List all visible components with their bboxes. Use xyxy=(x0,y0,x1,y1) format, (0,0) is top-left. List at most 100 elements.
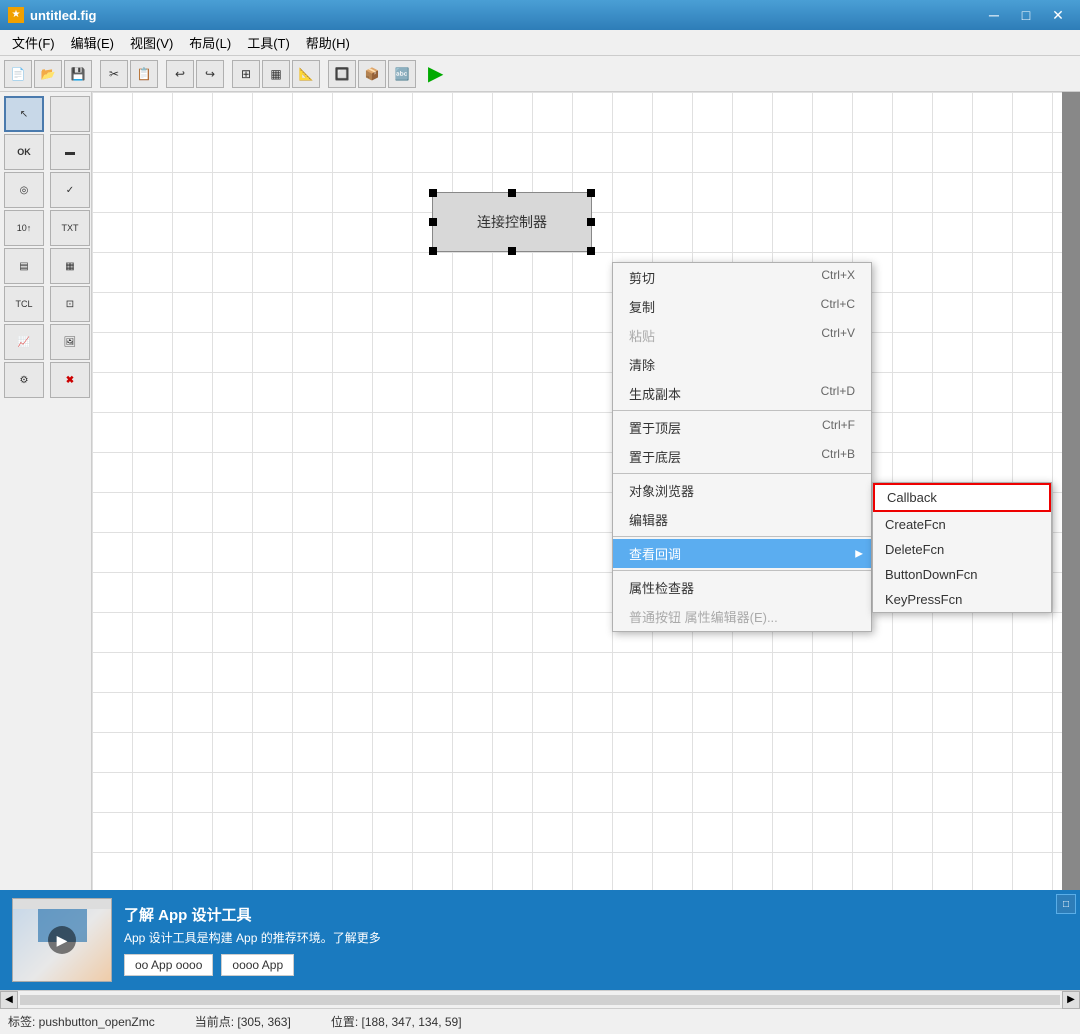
tool-panel[interactable]: ▬ xyxy=(50,134,90,170)
handle-tm[interactable] xyxy=(508,189,516,197)
toolbar-copy[interactable]: 📋 xyxy=(130,60,158,88)
toolbar-tab1[interactable]: 🔲 xyxy=(328,60,356,88)
tool-axes[interactable]: ⊡ xyxy=(50,286,90,322)
collapse-button[interactable]: □ xyxy=(1056,894,1076,914)
cm-sep1 xyxy=(613,410,871,411)
info-btn2[interactable]: oooo App xyxy=(221,954,294,976)
submenu: Callback CreateFcn DeleteFcn ButtonDownF… xyxy=(872,482,1052,613)
info-thumbnail: ▶ xyxy=(12,898,112,982)
toolbar-cut[interactable]: ✂ xyxy=(100,60,128,88)
horizontal-scrollbar[interactable]: ◀ ▶ xyxy=(0,990,1080,1008)
status-bar: 标签: pushbutton_openZmc 当前点: [305, 363] 位… xyxy=(0,1008,1080,1034)
cm-copy[interactable]: 复制 Ctrl+C xyxy=(613,292,871,321)
menu-view[interactable]: 视图(V) xyxy=(122,31,181,54)
menu-layout[interactable]: 布局(L) xyxy=(181,31,239,54)
cm-view-callback[interactable]: 查看回调 xyxy=(613,539,871,568)
tool-tcl[interactable]: TCL xyxy=(4,286,44,322)
main-layout: ↖ OK ▬ ◎ ✓ 10↑ TXT ▤ ▦ TCL ⊡ 📈 🖼 ⚙ ✖ 连接控… xyxy=(0,92,1080,890)
maximize-button[interactable]: □ xyxy=(1012,5,1040,25)
tool-text[interactable]: TXT xyxy=(50,210,90,246)
window-title: untitled.fig xyxy=(30,8,980,23)
cm-object-browser[interactable]: 对象浏览器 xyxy=(613,476,871,505)
toolbar-run[interactable]: ▶ xyxy=(424,61,447,86)
info-description: App 设计工具是构建 App 的推荐环境。了解更多 xyxy=(124,929,1068,946)
right-scrollbar[interactable] xyxy=(1062,92,1080,890)
cm-duplicate[interactable]: 生成副本 Ctrl+D xyxy=(613,379,871,408)
handle-tl[interactable] xyxy=(429,189,437,197)
menu-edit[interactable]: 编辑(E) xyxy=(63,31,122,54)
title-bar: ★ untitled.fig ─ □ ✕ xyxy=(0,0,1080,30)
cm-clear[interactable]: 清除 xyxy=(613,350,871,379)
play-icon[interactable]: ▶ xyxy=(48,926,76,954)
toolbar-layout2[interactable]: 📐 xyxy=(292,60,320,88)
sm-callback[interactable]: Callback xyxy=(873,483,1051,512)
scroll-track[interactable] xyxy=(20,995,1060,1005)
handle-bm[interactable] xyxy=(508,247,516,255)
status-position: 位置: [188, 347, 134, 59] xyxy=(331,1013,462,1030)
toolbar-redo[interactable]: ↪ xyxy=(196,60,224,88)
handle-ml[interactable] xyxy=(429,218,437,226)
tool-edit[interactable]: 10↑ xyxy=(4,210,44,246)
menu-bar: 文件(F) 编辑(E) 视图(V) 布局(L) 工具(T) 帮助(H) xyxy=(0,30,1080,56)
toolbar-open[interactable]: 📂 xyxy=(34,60,62,88)
toolbar-new[interactable]: 📄 xyxy=(4,60,32,88)
toolbar: 📄 📂 💾 ✂ 📋 ↩ ↪ ⊞ ▦ 📐 🔲 📦 🔤 ▶ xyxy=(0,56,1080,92)
selected-component[interactable]: 连接控制器 xyxy=(432,192,592,252)
app-icon: ★ xyxy=(8,7,24,23)
cm-property-editor: 普通按钮 属性编辑器(E)... xyxy=(613,602,871,631)
scroll-left-arrow[interactable]: ◀ xyxy=(0,991,18,1009)
context-menu: 剪切 Ctrl+X 复制 Ctrl+C 粘贴 Ctrl+V 清除 生成副本 Ct… xyxy=(612,262,872,632)
cm-send-back[interactable]: 置于底层 Ctrl+B xyxy=(613,442,871,471)
tool-ok[interactable]: OK xyxy=(4,134,44,170)
sm-deletefcn[interactable]: DeleteFcn xyxy=(873,537,1051,562)
tool-check[interactable]: ✓ xyxy=(50,172,90,208)
window-controls: ─ □ ✕ xyxy=(980,5,1072,25)
status-label: 标签: pushbutton_openZmc xyxy=(8,1013,155,1030)
toolbar-tab3[interactable]: 🔤 xyxy=(388,60,416,88)
menu-file[interactable]: 文件(F) xyxy=(4,31,63,54)
menu-help[interactable]: 帮助(H) xyxy=(298,31,358,54)
sm-keypressfcn[interactable]: KeyPressFcn xyxy=(873,587,1051,612)
toolbar-undo[interactable]: ↩ xyxy=(166,60,194,88)
tool-list[interactable]: ▦ xyxy=(50,248,90,284)
cm-paste: 粘贴 Ctrl+V xyxy=(613,321,871,350)
tool-radio[interactable]: ◎ xyxy=(4,172,44,208)
status-current-point: 当前点: [305, 363] xyxy=(195,1013,291,1030)
handle-tr[interactable] xyxy=(587,189,595,197)
canvas-area[interactable]: 连接控制器 剪切 Ctrl+X 复制 Ctrl+C 粘贴 Ctrl+V xyxy=(92,92,1080,890)
tool-frame[interactable]: ▤ xyxy=(4,248,44,284)
left-toolbar: ↖ OK ▬ ◎ ✓ 10↑ TXT ▤ ▦ TCL ⊡ 📈 🖼 ⚙ ✖ xyxy=(0,92,92,890)
info-btn-row: oo App oooo oooo App xyxy=(124,954,1068,976)
menu-tools[interactable]: 工具(T) xyxy=(239,31,298,54)
toolbar-grid[interactable]: ▦ xyxy=(262,60,290,88)
minimize-button[interactable]: ─ xyxy=(980,5,1008,25)
tool-select[interactable]: ↖ xyxy=(4,96,44,132)
toolbar-save[interactable]: 💾 xyxy=(64,60,92,88)
tool-chart[interactable]: 📈 xyxy=(4,324,44,360)
info-btn1[interactable]: oo App oooo xyxy=(124,954,213,976)
sm-createfcn[interactable]: CreateFcn xyxy=(873,512,1051,537)
cm-cut[interactable]: 剪切 Ctrl+X xyxy=(613,263,871,292)
cm-sep3 xyxy=(613,536,871,537)
cm-property-inspector[interactable]: 属性检查器 xyxy=(613,573,871,602)
tool-slider[interactable]: ⚙ xyxy=(4,362,44,398)
close-button[interactable]: ✕ xyxy=(1044,5,1072,25)
tool-image[interactable]: 🖼 xyxy=(50,324,90,360)
handle-br[interactable] xyxy=(587,247,595,255)
cm-editor[interactable]: 编辑器 xyxy=(613,505,871,534)
cm-sep4 xyxy=(613,570,871,571)
scroll-right-arrow[interactable]: ▶ xyxy=(1062,991,1080,1009)
handle-bl[interactable] xyxy=(429,247,437,255)
handle-mr[interactable] xyxy=(587,218,595,226)
sm-buttondownfcn[interactable]: ButtonDownFcn xyxy=(873,562,1051,587)
cm-bring-front[interactable]: 置于顶层 Ctrl+F xyxy=(613,413,871,442)
component-label: 连接控制器 xyxy=(477,212,547,232)
info-text: 了解 App 设计工具 App 设计工具是构建 App 的推荐环境。了解更多 o… xyxy=(124,904,1068,976)
cm-sep2 xyxy=(613,473,871,474)
info-title: 了解 App 设计工具 xyxy=(124,904,1068,925)
info-panel: ▶ 了解 App 设计工具 App 设计工具是构建 App 的推荐环境。了解更多… xyxy=(0,890,1080,990)
tool-delete[interactable]: ✖ xyxy=(50,362,90,398)
toolbar-tab2[interactable]: 📦 xyxy=(358,60,386,88)
toolbar-align[interactable]: ⊞ xyxy=(232,60,260,88)
tool-empty1[interactable] xyxy=(50,96,90,132)
